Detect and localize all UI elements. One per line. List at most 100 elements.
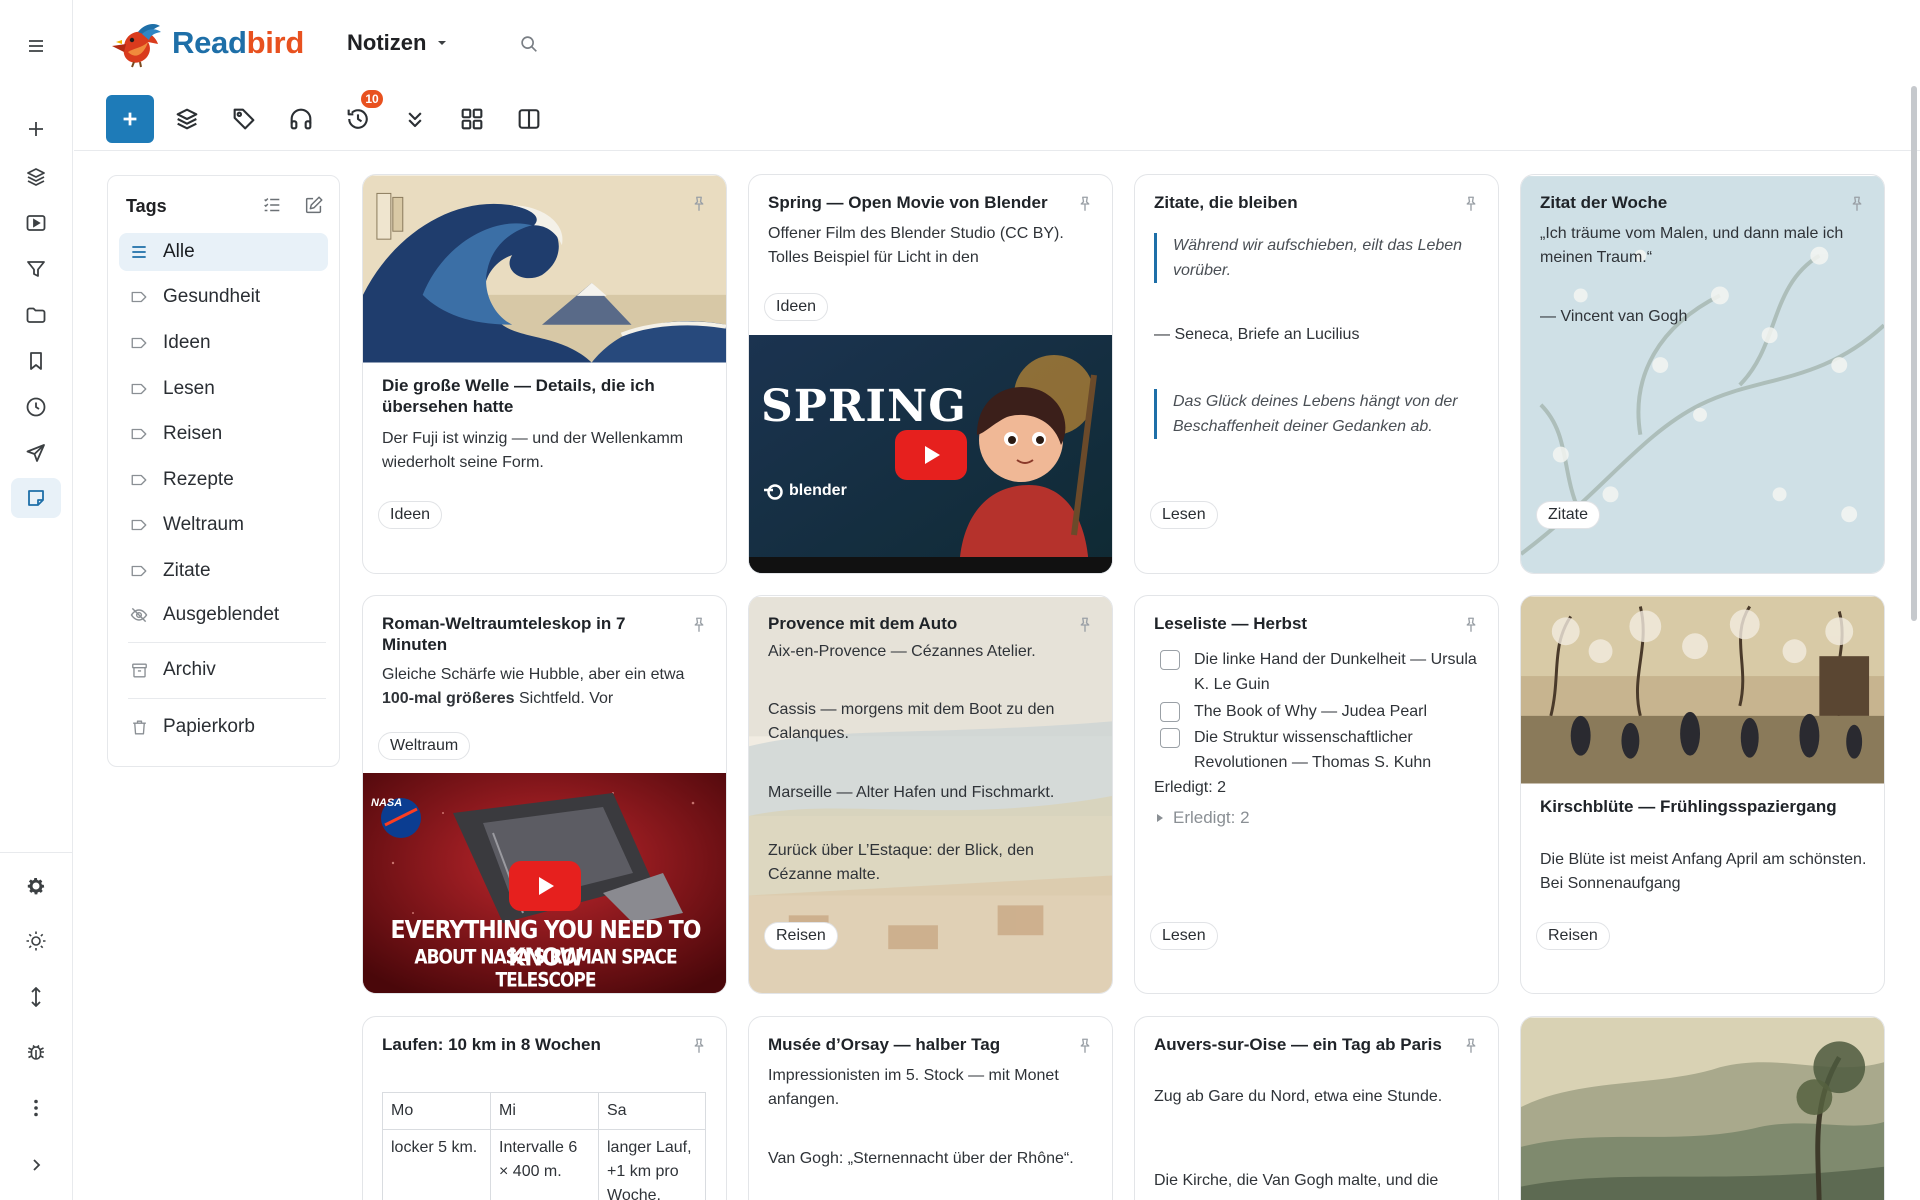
- pin-icon[interactable]: [1848, 195, 1866, 213]
- tag-label: Alle: [163, 241, 195, 262]
- tag-chip[interactable]: Lesen: [1150, 922, 1218, 950]
- tag-item-rezepte[interactable]: Rezepte: [119, 461, 328, 499]
- tag-chip[interactable]: Lesen: [1150, 501, 1218, 529]
- note-card[interactable]: Laufen: 10 km in 8 Wochen Mo Mi Sa locke…: [362, 1016, 727, 1200]
- pin-icon[interactable]: [1462, 1037, 1480, 1055]
- sort-list-icon[interactable]: [261, 194, 283, 216]
- card-title: Roman-Weltraumteleskop in 7 Minuten: [382, 614, 626, 654]
- collapse-all-button[interactable]: [392, 96, 438, 142]
- card-text: Aix-en-Provence — Cézannes Atelier.: [768, 643, 1036, 660]
- resize-vertical-icon[interactable]: [11, 977, 61, 1017]
- play-button[interactable]: [509, 861, 581, 911]
- sun-icon[interactable]: [11, 921, 61, 961]
- app-logo[interactable]: Readbird: [104, 18, 304, 68]
- done-toggle[interactable]: Erledigt: 2: [1156, 808, 1250, 828]
- quote-attribution: — Seneca, Briefe an Lucilius: [1154, 326, 1360, 343]
- tags-button[interactable]: [221, 96, 267, 142]
- cherry-blossom-print-image: [1521, 596, 1884, 784]
- send-icon[interactable]: [11, 433, 61, 473]
- note-card[interactable]: Roman-Weltraumteleskop in 7 Minuten Glei…: [362, 595, 727, 994]
- pin-icon[interactable]: [1076, 616, 1094, 634]
- history-button[interactable]: 10: [335, 90, 383, 142]
- tag-chip[interactable]: Reisen: [1536, 922, 1610, 950]
- video-thumbnail[interactable]: SPRING blender: [749, 335, 1112, 573]
- video-thumbnail[interactable]: NASA EVERYTHING YOU NEED TO KNOW ABOUT N…: [363, 773, 726, 993]
- checklist-item[interactable]: The Book of Why — Judea Pearl: [1160, 699, 1480, 724]
- filter-icon[interactable]: [11, 249, 61, 289]
- trash-item[interactable]: Papierkorb: [119, 708, 328, 746]
- archive-item[interactable]: Archiv: [119, 651, 328, 689]
- tag-item-reisen[interactable]: Reisen: [119, 415, 328, 453]
- tag-item-zitate[interactable]: Zitate: [119, 552, 328, 590]
- tag-chip[interactable]: Ideen: [378, 501, 443, 529]
- tag-item-ideen[interactable]: Ideen: [119, 324, 328, 362]
- add-icon[interactable]: [11, 109, 61, 149]
- checkbox[interactable]: [1160, 702, 1180, 722]
- tag-chip[interactable]: Weltraum: [378, 732, 471, 760]
- edit-icon[interactable]: [303, 194, 325, 216]
- play-button[interactable]: [895, 430, 967, 480]
- scrollbar[interactable]: [1911, 86, 1917, 621]
- layers-icon[interactable]: [11, 157, 61, 197]
- gear-icon[interactable]: [11, 866, 61, 906]
- play-icon: [925, 446, 940, 464]
- search-icon[interactable]: [518, 33, 544, 59]
- more-vertical-icon[interactable]: [11, 1088, 61, 1128]
- checkbox[interactable]: [1160, 728, 1180, 748]
- note-card[interactable]: Zitat der Woche „Ich träume vom Malen, u…: [1520, 174, 1885, 574]
- bookmark-icon[interactable]: [11, 341, 61, 381]
- notes-icon[interactable]: [11, 478, 61, 518]
- video-icon[interactable]: [11, 203, 61, 243]
- expand-rail-icon[interactable]: [11, 1145, 61, 1185]
- note-card[interactable]: Leseliste — Herbst Die linke Hand der Du…: [1134, 595, 1499, 994]
- card-title: Die große Welle — Details, die ich übers…: [382, 376, 655, 416]
- tag-item-gesundheit[interactable]: Gesundheit: [119, 278, 328, 316]
- split-view-button[interactable]: [506, 96, 552, 142]
- note-card[interactable]: [1520, 1016, 1885, 1200]
- tag-item-alle[interactable]: Alle: [119, 233, 328, 271]
- tag-chip[interactable]: Ideen: [764, 293, 829, 321]
- tag-item-lesen[interactable]: Lesen: [119, 370, 328, 408]
- pin-icon[interactable]: [690, 1037, 708, 1055]
- pin-icon[interactable]: [1462, 195, 1480, 213]
- checklist-item[interactable]: Die Struktur wissenschaftlicher Revoluti…: [1160, 725, 1480, 775]
- tag-icon: [129, 379, 149, 399]
- tag-chip[interactable]: Reisen: [764, 922, 838, 950]
- folder-icon[interactable]: [11, 295, 61, 335]
- add-note-button[interactable]: [106, 95, 154, 143]
- pin-icon[interactable]: [690, 616, 708, 634]
- tag-item-weltraum[interactable]: Weltraum: [119, 506, 328, 544]
- clock-icon[interactable]: [11, 387, 61, 427]
- table-header-cell: Mi: [490, 1092, 599, 1130]
- checkbox[interactable]: [1160, 650, 1180, 670]
- great-wave-image: [363, 175, 726, 363]
- pin-icon[interactable]: [1076, 195, 1094, 213]
- caret-down-icon: [438, 41, 447, 45]
- columns-icon: [518, 109, 540, 129]
- pin-icon[interactable]: [690, 195, 708, 213]
- note-card[interactable]: Provence mit dem Auto Aix-en-Provence — …: [748, 595, 1113, 994]
- tag-item-ausgeblendet[interactable]: Ausgeblendet: [119, 596, 328, 634]
- header: Readbird Notizen 10: [74, 0, 1920, 151]
- video-caption-line2: ABOUT NASA'S ROMAN SPACE TELESCOPE: [414, 946, 677, 992]
- note-card[interactable]: Kirschblüte — Frühlingsspaziergang Die B…: [1520, 595, 1885, 994]
- card-text: Van Gogh: „Sternennacht über der Rhône“.: [768, 1150, 1074, 1167]
- checklist-item[interactable]: Die linke Hand der Dunkelheit — Ursula K…: [1160, 647, 1480, 697]
- bug-icon[interactable]: [11, 1032, 61, 1072]
- video-title-text: SPRING: [761, 381, 967, 432]
- view-dropdown[interactable]: Notizen: [347, 30, 448, 56]
- note-card[interactable]: Zitate, die bleiben Während wir aufschie…: [1134, 174, 1499, 574]
- card-title: Zitat der Woche: [1540, 193, 1668, 212]
- note-card[interactable]: Spring — Open Movie von Blender Offener …: [748, 174, 1113, 574]
- pin-icon[interactable]: [1462, 616, 1480, 634]
- pin-icon[interactable]: [1076, 1037, 1094, 1055]
- caret-right-icon: [1157, 814, 1163, 822]
- note-card[interactable]: Auvers-sur-Oise — ein Tag ab Paris Zug a…: [1134, 1016, 1499, 1200]
- audio-button[interactable]: [278, 96, 324, 142]
- layers-button[interactable]: [164, 96, 210, 142]
- menu-icon[interactable]: [11, 26, 61, 66]
- grid-view-button[interactable]: [449, 96, 495, 142]
- tag-chip[interactable]: Zitate: [1536, 501, 1601, 529]
- note-card[interactable]: Musée d’Orsay — halber Tag Impressionist…: [748, 1016, 1113, 1200]
- note-card[interactable]: Die große Welle — Details, die ich übers…: [362, 174, 727, 574]
